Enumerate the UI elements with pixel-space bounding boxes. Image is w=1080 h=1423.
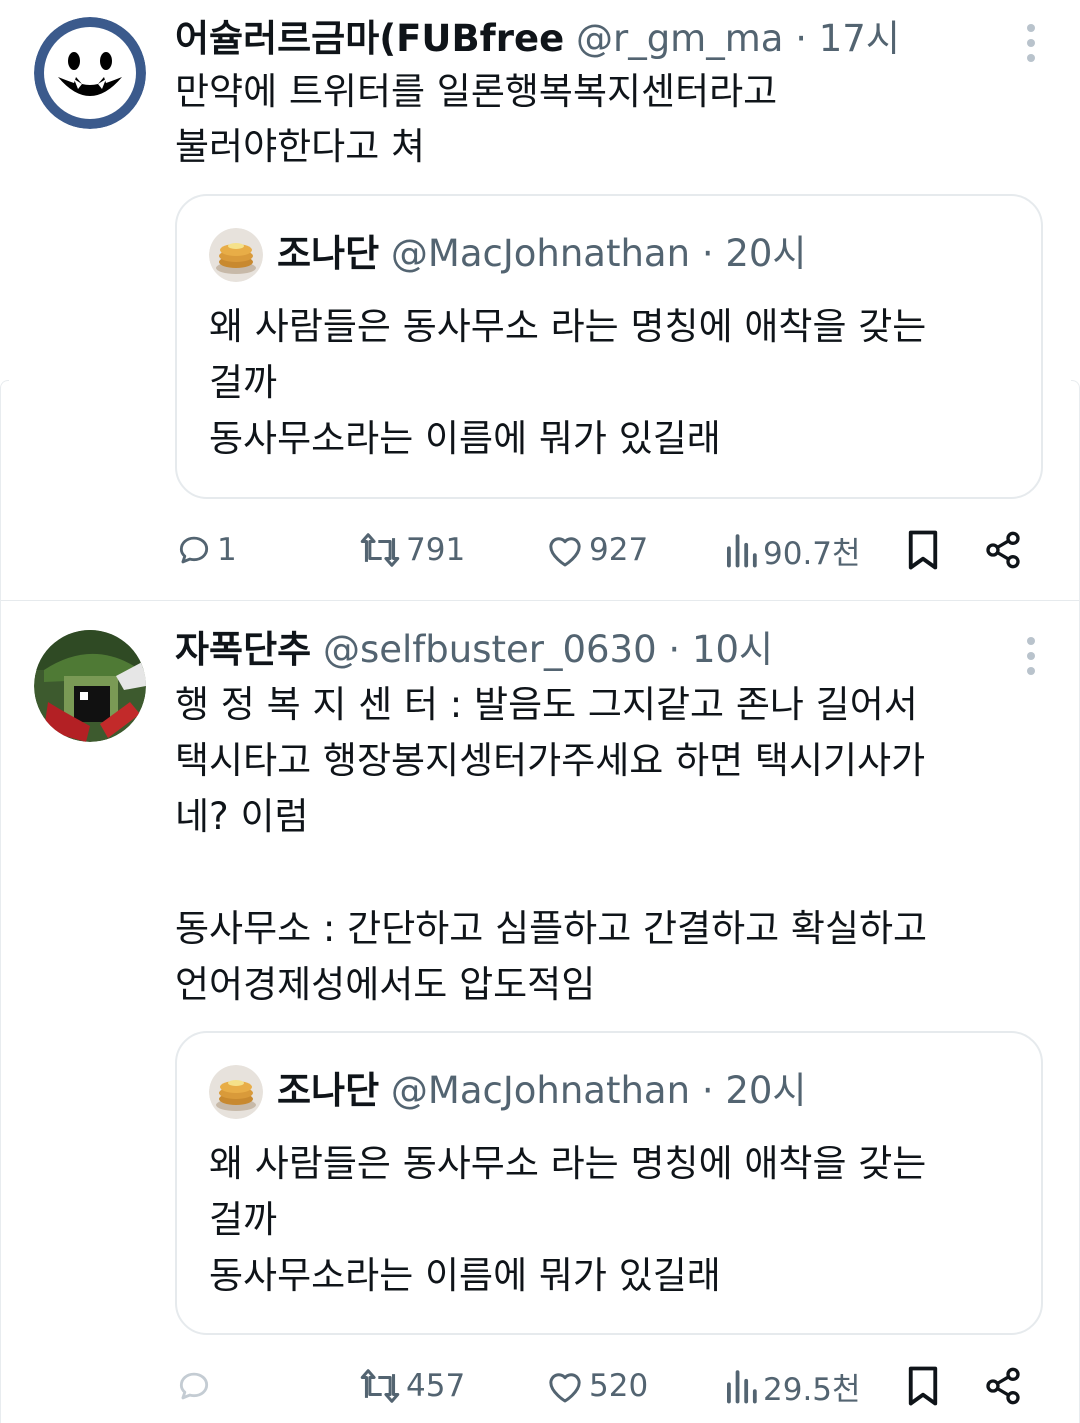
- timestamp[interactable]: · 10시: [668, 628, 773, 671]
- share-icon: [986, 1367, 1020, 1405]
- retweet-count: 457: [406, 1368, 466, 1404]
- more-icon[interactable]: [1026, 637, 1036, 675]
- quote-text-line: 동사무소라는 이름에 뭐가 있길래: [209, 417, 721, 460]
- share-button[interactable]: [983, 1361, 1023, 1411]
- tweet[interactable]: 자폭단추 @selfbuster_0630 · 10시 행 정 복 지 센 터 …: [0, 601, 1080, 1422]
- bookmark-icon: [908, 530, 938, 570]
- like-button[interactable]: 927: [545, 525, 648, 575]
- like-count: 520: [589, 1368, 649, 1404]
- action-bar: 1 791 927 90.7천: [175, 525, 1035, 575]
- pancake-avatar-icon: [209, 1065, 263, 1119]
- avatar[interactable]: [34, 17, 146, 129]
- quote-text: 왜 사람들은 동사무소 라는 명칭에 애착을 갖는걸까동사무소라는 이름에 뭐가…: [209, 299, 926, 467]
- views-button[interactable]: 90.7천: [723, 525, 861, 575]
- views-icon: [727, 1370, 757, 1404]
- reply-icon: [179, 1372, 209, 1400]
- handle[interactable]: @selfbuster_0630: [323, 628, 657, 671]
- views-icon: [727, 534, 757, 568]
- quoted-tweet[interactable]: 조나단 @MacJohnathan · 20시 왜 사람들은 동사무소 라는 명…: [175, 1031, 1043, 1335]
- quote-timestamp: · 20시: [701, 1069, 807, 1112]
- retweet-count: 791: [406, 532, 466, 568]
- display-name[interactable]: 자폭단추: [175, 628, 311, 671]
- action-bar: 457 520 29.5천: [175, 1361, 1035, 1411]
- more-icon[interactable]: [1026, 24, 1036, 62]
- quote-display-name: 조나단: [277, 232, 380, 275]
- quote-handle: @MacJohnathan: [390, 232, 691, 275]
- bookmark-button[interactable]: [905, 525, 941, 575]
- tweet-text-line: 네? 이럼: [175, 795, 309, 838]
- quoted-tweet[interactable]: 조나단 @MacJohnathan · 20시 왜 사람들은 동사무소 라는 명…: [175, 194, 1043, 499]
- bookmark-button[interactable]: [905, 1361, 941, 1411]
- tweet-header: 어슐러르금마(FUBfree @r_gm_ma · 17시: [175, 14, 900, 64]
- tweet[interactable]: 어슐러르금마(FUBfree @r_gm_ma · 17시 만약에 트위터를 일…: [0, 0, 1080, 600]
- display-name[interactable]: 어슐러르금마(FUBfree: [175, 17, 564, 60]
- quote-text-line: 걸까: [209, 1198, 278, 1241]
- quote-display-name: 조나단: [277, 1069, 380, 1112]
- like-count: 927: [589, 532, 649, 568]
- quote-avatar: [209, 1065, 263, 1119]
- timestamp[interactable]: · 17시: [795, 17, 900, 60]
- retweet-button[interactable]: 457: [358, 1361, 465, 1411]
- quote-header: 조나단 @MacJohnathan · 20시: [277, 1066, 806, 1116]
- reply-count: 1: [217, 532, 237, 568]
- avatar-soldier-icon: [34, 630, 146, 742]
- reply-button[interactable]: 1: [175, 525, 237, 575]
- tweet-text-line: 불러야한다고 쳐: [175, 125, 426, 168]
- tweet-text-line: 택시타고 행장봉지셍터가주세요 하면 택시기사가: [175, 739, 926, 782]
- retweet-button[interactable]: 791: [358, 525, 465, 575]
- retweet-icon: [360, 1369, 400, 1403]
- handle[interactable]: @r_gm_ma: [576, 17, 783, 60]
- tweet-text-line: [175, 845, 927, 901]
- quote-handle: @MacJohnathan: [390, 1069, 691, 1112]
- bookmark-icon: [908, 1366, 938, 1406]
- tweet-header: 자폭단추 @selfbuster_0630 · 10시: [175, 625, 773, 675]
- share-button[interactable]: [983, 525, 1023, 575]
- tweet-text: 만약에 트위터를 일론행복복지센터라고불러야한다고 쳐: [175, 64, 777, 174]
- reply-button[interactable]: [175, 1361, 217, 1411]
- reply-icon: [179, 536, 209, 564]
- quote-avatar: [209, 228, 263, 282]
- tweet-text-line: 만약에 트위터를 일론행복복지센터라고: [175, 70, 778, 113]
- views-count: 90.7천: [763, 535, 861, 572]
- heart-icon: [549, 1373, 581, 1403]
- quote-text-line: 왜 사람들은 동사무소 라는 명칭에 애착을 갖는: [209, 305, 927, 348]
- avatar[interactable]: [34, 630, 146, 742]
- tweet-text-line: 동사무소 : 간단하고 심플하고 간결하고 확실하고: [175, 907, 928, 950]
- quote-header: 조나단 @MacJohnathan · 20시: [277, 229, 806, 279]
- like-button[interactable]: 520: [545, 1361, 648, 1411]
- views-button[interactable]: 29.5천: [723, 1361, 861, 1411]
- quote-text: 왜 사람들은 동사무소 라는 명칭에 애착을 갖는걸까동사무소라는 이름에 뭐가…: [209, 1136, 926, 1304]
- quote-timestamp: · 20시: [701, 232, 807, 275]
- tweet-text-line: 행 정 복 지 센 터 : 발음도 그지같고 존나 길어서: [175, 683, 918, 726]
- views-count: 29.5천: [763, 1371, 861, 1408]
- quote-text-line: 왜 사람들은 동사무소 라는 명칭에 애착을 갖는: [209, 1142, 927, 1185]
- heart-icon: [549, 537, 581, 567]
- share-icon: [986, 531, 1020, 569]
- quote-text-line: 동사무소라는 이름에 뭐가 있길래: [209, 1254, 721, 1297]
- pancake-avatar-icon: [209, 228, 263, 282]
- tweet-text-line: 언어경제성에서도 압도적임: [175, 963, 596, 1006]
- retweet-icon: [360, 533, 400, 567]
- tweet-text: 행 정 복 지 센 터 : 발음도 그지같고 존나 길어서택시타고 행장봉지셍터…: [175, 677, 927, 1013]
- avatar-ghost-face: [34, 17, 146, 129]
- quote-text-line: 걸까: [209, 361, 278, 404]
